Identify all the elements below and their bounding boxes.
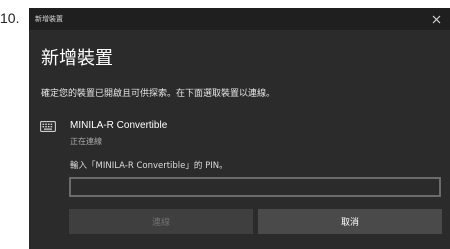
connect-button[interactable]: 連線 bbox=[69, 209, 253, 234]
cancel-button[interactable]: 取消 bbox=[258, 209, 442, 234]
keyboard-icon bbox=[40, 121, 56, 132]
pin-input[interactable] bbox=[69, 177, 441, 197]
device-name: MINILA-R Convertible bbox=[70, 120, 168, 131]
device-status: 正在連線 bbox=[70, 137, 102, 146]
page-title: 新增裝置 bbox=[41, 48, 113, 69]
window-title: 新增裝置 bbox=[35, 15, 63, 23]
close-icon bbox=[432, 15, 440, 23]
instruction-text: 確定您的裝置已開啟且可供探索。在下面選取裝置以連線。 bbox=[41, 89, 276, 99]
step-number: 10. bbox=[0, 10, 20, 26]
title-bar: 新增裝置 bbox=[29, 8, 450, 30]
add-device-dialog: 新增裝置 新增裝置 確定您的裝置已開啟且可供探索。在下面選取裝置以連線。 MIN… bbox=[29, 8, 450, 249]
pin-prompt: 輸入「MINILA-R Convertible」的 PIN。 bbox=[70, 161, 228, 171]
close-button[interactable] bbox=[422, 8, 450, 30]
